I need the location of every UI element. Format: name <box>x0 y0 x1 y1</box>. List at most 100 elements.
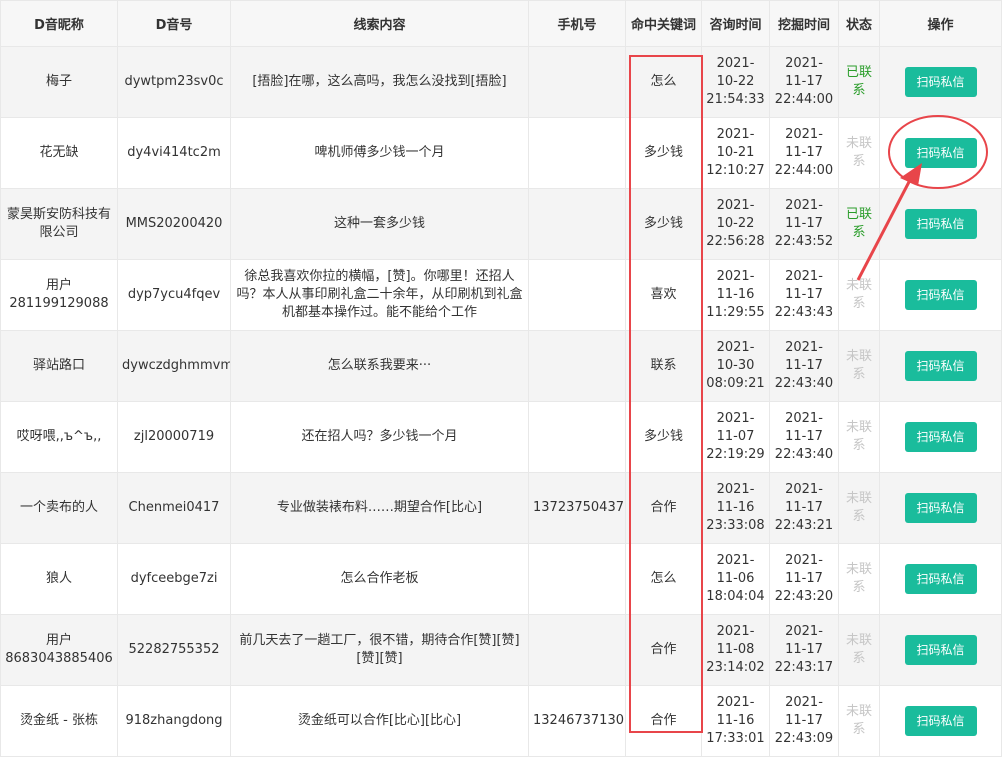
cell-status: 未联系 <box>838 259 880 331</box>
consult-clock: 23:33:08 <box>706 518 765 533</box>
cell-nickname: 一个卖布的人 <box>0 472 118 544</box>
cell-status: 未联系 <box>838 330 880 402</box>
cell-account: dywtpm23sv0c <box>117 46 231 118</box>
cell-action: 扫码私信 <box>879 472 1002 544</box>
table-row: 哎呀喂,,ъ^ъ,, zjl20000719 还在招人吗？多少钱一个月 多少钱 2021… <box>0 401 1002 473</box>
cell-content: 啤机师傅多少钱一个月 <box>230 117 529 189</box>
cell-content: 烫金纸可以合作[比心][比心] <box>230 685 529 757</box>
status-badge: 未联系 <box>845 136 872 169</box>
table-row: 狼人 dyfceebge7zi 怎么合作老板 怎么 2021- 11-06 18:04:04… <box>0 543 1002 615</box>
consult-date: 11-16 <box>716 500 755 515</box>
mined-year: 2021- <box>785 624 823 639</box>
cell-nickname: 蒙昊斯安防科技有限公司 <box>0 188 118 260</box>
consult-year: 2021- <box>716 127 755 142</box>
mined-date: 11-17 <box>785 145 823 160</box>
cell-content: [捂脸]在哪，这么高吗，我怎么没找到[捂脸] <box>230 46 529 118</box>
consult-year: 2021- <box>716 624 755 639</box>
cell-account: 52282755352 <box>117 614 231 686</box>
consult-clock: 17:33:01 <box>706 731 765 746</box>
cell-phone <box>528 188 626 260</box>
scan-message-button[interactable]: 扫码私信 <box>904 493 977 523</box>
consult-date: 11-16 <box>716 287 755 302</box>
mined-clock: 22:43:40 <box>774 376 834 391</box>
consult-year: 2021- <box>716 340 755 355</box>
cell-action: 扫码私信 <box>879 259 1002 331</box>
cell-consult-time: 2021- 11-16 11:29:55 <box>701 259 770 331</box>
clue-table: D音昵称 D音号 线索内容 手机号 命中关键词 咨询时间 挖掘时间 状态 操作 … <box>0 0 1002 757</box>
cell-keyword: 合作 <box>625 614 702 686</box>
cell-action: 扫码私信 <box>879 46 1002 118</box>
cell-nickname: 驿站路口 <box>0 330 118 402</box>
consult-clock: 12:10:27 <box>706 163 765 178</box>
scan-message-button[interactable]: 扫码私信 <box>904 564 977 594</box>
consult-clock: 08:09:21 <box>706 376 765 391</box>
table-row: 一个卖布的人 Chenmei0417 专业做装裱布料……期望合作[比心] 137237… <box>0 472 1002 544</box>
cell-mined-time: 2021- 11-17 22:43:17 <box>769 614 839 686</box>
mined-year: 2021- <box>785 198 823 213</box>
consult-clock: 23:14:02 <box>706 660 765 675</box>
cell-mined-time: 2021- 11-17 22:43:09 <box>769 685 839 757</box>
cell-action: 扫码私信 <box>879 117 1002 189</box>
cell-mined-time: 2021- 11-17 22:43:52 <box>769 188 839 260</box>
cell-content: 专业做装裱布料……期望合作[比心] <box>230 472 529 544</box>
scan-message-button[interactable]: 扫码私信 <box>904 351 977 381</box>
consult-date: 11-08 <box>716 642 755 657</box>
scan-message-button[interactable]: 扫码私信 <box>904 635 977 665</box>
mined-date: 11-17 <box>785 429 823 444</box>
scan-message-button[interactable]: 扫码私信 <box>904 209 977 239</box>
cell-mined-time: 2021- 11-17 22:44:00 <box>769 46 839 118</box>
cell-nickname: 用户281199129088 <box>0 259 118 331</box>
consult-clock: 11:29:55 <box>706 305 765 320</box>
scan-message-button[interactable]: 扫码私信 <box>904 280 977 310</box>
scan-message-button[interactable]: 扫码私信 <box>904 67 977 97</box>
header-phone: 手机号 <box>528 0 626 47</box>
cell-consult-time: 2021- 10-30 08:09:21 <box>701 330 770 402</box>
mined-date: 11-17 <box>785 358 823 373</box>
table-row: 烫金纸 - 张栋 918zhangdong 烫金纸可以合作[比心][比心] 13246… <box>0 685 1002 757</box>
consult-clock: 22:56:28 <box>706 234 765 249</box>
cell-nickname: 烫金纸 - 张栋 <box>0 685 118 757</box>
cell-status: 未联系 <box>838 543 880 615</box>
cell-phone: 13723750437 <box>528 472 626 544</box>
mined-clock: 22:44:00 <box>774 92 834 107</box>
consult-year: 2021- <box>716 695 755 710</box>
cell-content: 前几天去了一趟工厂，很不错，期待合作[赞][赞][赞][赞] <box>230 614 529 686</box>
cell-keyword: 多少钱 <box>625 188 702 260</box>
scan-message-button[interactable]: 扫码私信 <box>904 138 977 168</box>
cell-mined-time: 2021- 11-17 22:44:00 <box>769 117 839 189</box>
cell-action: 扫码私信 <box>879 614 1002 686</box>
cell-keyword: 多少钱 <box>625 401 702 473</box>
header-action: 操作 <box>879 0 1002 47</box>
cell-keyword: 怎么 <box>625 543 702 615</box>
consult-year: 2021- <box>716 411 755 426</box>
status-badge: 未联系 <box>845 349 872 382</box>
table-body: 梅子 dywtpm23sv0c [捂脸]在哪，这么高吗，我怎么没找到[捂脸] 怎么 20… <box>0 46 1002 757</box>
consult-year: 2021- <box>716 269 755 284</box>
cell-consult-time: 2021- 11-06 18:04:04 <box>701 543 770 615</box>
header-nickname: D音昵称 <box>0 0 118 47</box>
cell-phone <box>528 543 626 615</box>
consult-year: 2021- <box>716 198 755 213</box>
status-badge: 已联系 <box>845 65 872 98</box>
cell-status: 已联系 <box>838 46 880 118</box>
table-row: 用户281199129088 dyp7ycu4fqev 徐总我喜欢你拉的横幅，[赞]… <box>0 259 1002 331</box>
cell-content: 怎么联系我要来··· <box>230 330 529 402</box>
cell-keyword: 合作 <box>625 685 702 757</box>
cell-status: 未联系 <box>838 117 880 189</box>
cell-nickname: 梅子 <box>0 46 118 118</box>
cell-mined-time: 2021- 11-17 22:43:20 <box>769 543 839 615</box>
cell-status: 未联系 <box>838 685 880 757</box>
mined-clock: 22:43:20 <box>774 589 834 604</box>
header-mined-time: 挖掘时间 <box>769 0 839 47</box>
scan-message-button[interactable]: 扫码私信 <box>904 422 977 452</box>
cell-action: 扫码私信 <box>879 543 1002 615</box>
cell-account: MMS20200420 <box>117 188 231 260</box>
table-row: 蒙昊斯安防科技有限公司 MMS20200420 这种一套多少钱 多少钱 2021- 10-… <box>0 188 1002 260</box>
cell-phone <box>528 117 626 189</box>
cell-consult-time: 2021- 10-21 12:10:27 <box>701 117 770 189</box>
consult-date: 11-07 <box>716 429 755 444</box>
cell-nickname: 哎呀喂,,ъ^ъ,, <box>0 401 118 473</box>
header-consult-time: 咨询时间 <box>701 0 770 47</box>
cell-consult-time: 2021- 11-16 23:33:08 <box>701 472 770 544</box>
scan-message-button[interactable]: 扫码私信 <box>904 706 977 736</box>
